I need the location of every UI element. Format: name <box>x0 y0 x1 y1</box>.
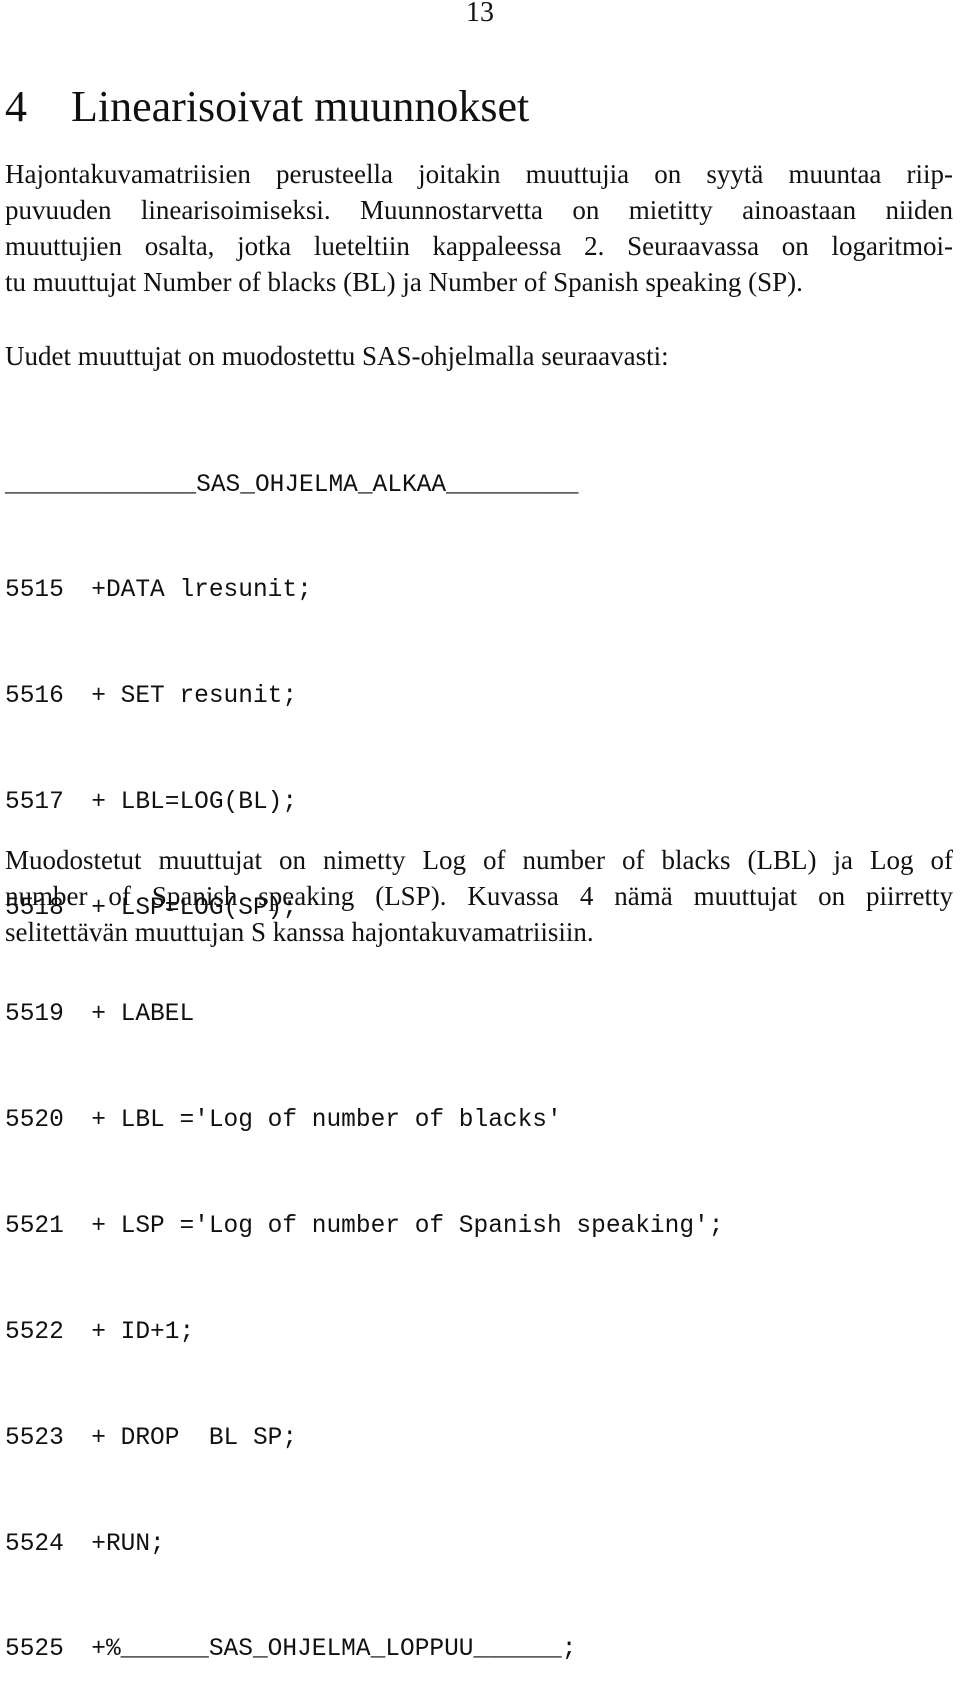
line-number: 5525 <box>5 1634 64 1664</box>
code-text: +RUN; <box>91 1528 165 1558</box>
paragraph-line: tu muuttujat Number of blacks (BL) ja Nu… <box>5 267 803 297</box>
code-text: + LABEL <box>91 999 195 1029</box>
line-number: 5523 <box>5 1422 64 1452</box>
code-text: + LSP ='Log of number of Spanish speakin… <box>91 1210 724 1240</box>
paragraph-line: Muodostetut muuttujat on nimetty Log of … <box>5 845 953 875</box>
code-line: 5521 + LSP ='Log of number of Spanish spe… <box>5 1208 723 1243</box>
code-text: + DROP BL SP; <box>91 1422 298 1452</box>
section-number: 4 <box>5 82 27 131</box>
paragraph-line: Uudet muuttujat on muodostettu SAS-ohjel… <box>5 341 669 371</box>
conclusion-paragraph: Muodostetut muuttujat on nimetty Log of … <box>5 842 953 950</box>
code-line: 5520 + LBL ='Log of number of blacks' <box>5 1102 723 1137</box>
line-number: 5520 <box>5 1104 64 1134</box>
line-number: 5517 <box>5 787 64 817</box>
line-number: 5522 <box>5 1316 64 1346</box>
sas-code-listing: _____________SAS_OHJELMA_ALKAA_________ … <box>5 396 723 1702</box>
line-number: 5524 <box>5 1528 64 1558</box>
paragraph-line: number of Spanish speaking (LSP). Kuvass… <box>5 881 953 911</box>
page-number: 13 <box>466 0 494 28</box>
paragraph-line: puvuuden linearisoimiseksi. Muunnostarve… <box>5 195 953 225</box>
code-intro-paragraph: Uudet muuttujat on muodostettu SAS-ohjel… <box>5 338 669 374</box>
code-line: 5523 + DROP BL SP; <box>5 1420 723 1455</box>
section-heading: 4 Linearisoivat muunnokset <box>5 82 529 132</box>
code-line: 5515 +DATA lresunit; <box>5 572 723 607</box>
paragraph-line: selitettävän muuttujan S kanssa hajontak… <box>5 917 594 947</box>
code-text: + LBL=LOG(BL); <box>91 787 298 817</box>
code-text: + SET resunit; <box>91 681 298 711</box>
code-line: 5519 + LABEL <box>5 996 723 1031</box>
line-number: 5521 <box>5 1210 64 1240</box>
paragraph-line: Hajontakuvamatriisien perusteella joitak… <box>5 159 953 189</box>
code-text: +DATA lresunit; <box>91 575 312 605</box>
code-header: _____________SAS_OHJELMA_ALKAA_________ <box>5 469 579 499</box>
code-line: 5525 +%______SAS_OHJELMA_LOPPUU______; <box>5 1631 723 1666</box>
intro-paragraph: Hajontakuvamatriisien perusteella joitak… <box>5 156 953 300</box>
code-line: 5516 + SET resunit; <box>5 678 723 713</box>
section-title: Linearisoivat muunnokset <box>71 82 530 131</box>
code-line: 5522 + ID+1; <box>5 1314 723 1349</box>
paragraph-line: muuttujien osalta, jotka lueteltiin kapp… <box>5 231 953 261</box>
code-text: + LBL ='Log of number of blacks' <box>91 1104 562 1134</box>
code-line: 5524 +RUN; <box>5 1526 723 1561</box>
line-number: 5519 <box>5 999 64 1029</box>
code-text: + ID+1; <box>91 1316 195 1346</box>
line-number: 5515 <box>5 575 64 605</box>
code-text: +%______SAS_OHJELMA_LOPPUU______; <box>91 1634 577 1664</box>
code-line: 5517 + LBL=LOG(BL); <box>5 784 723 819</box>
line-number: 5516 <box>5 681 64 711</box>
